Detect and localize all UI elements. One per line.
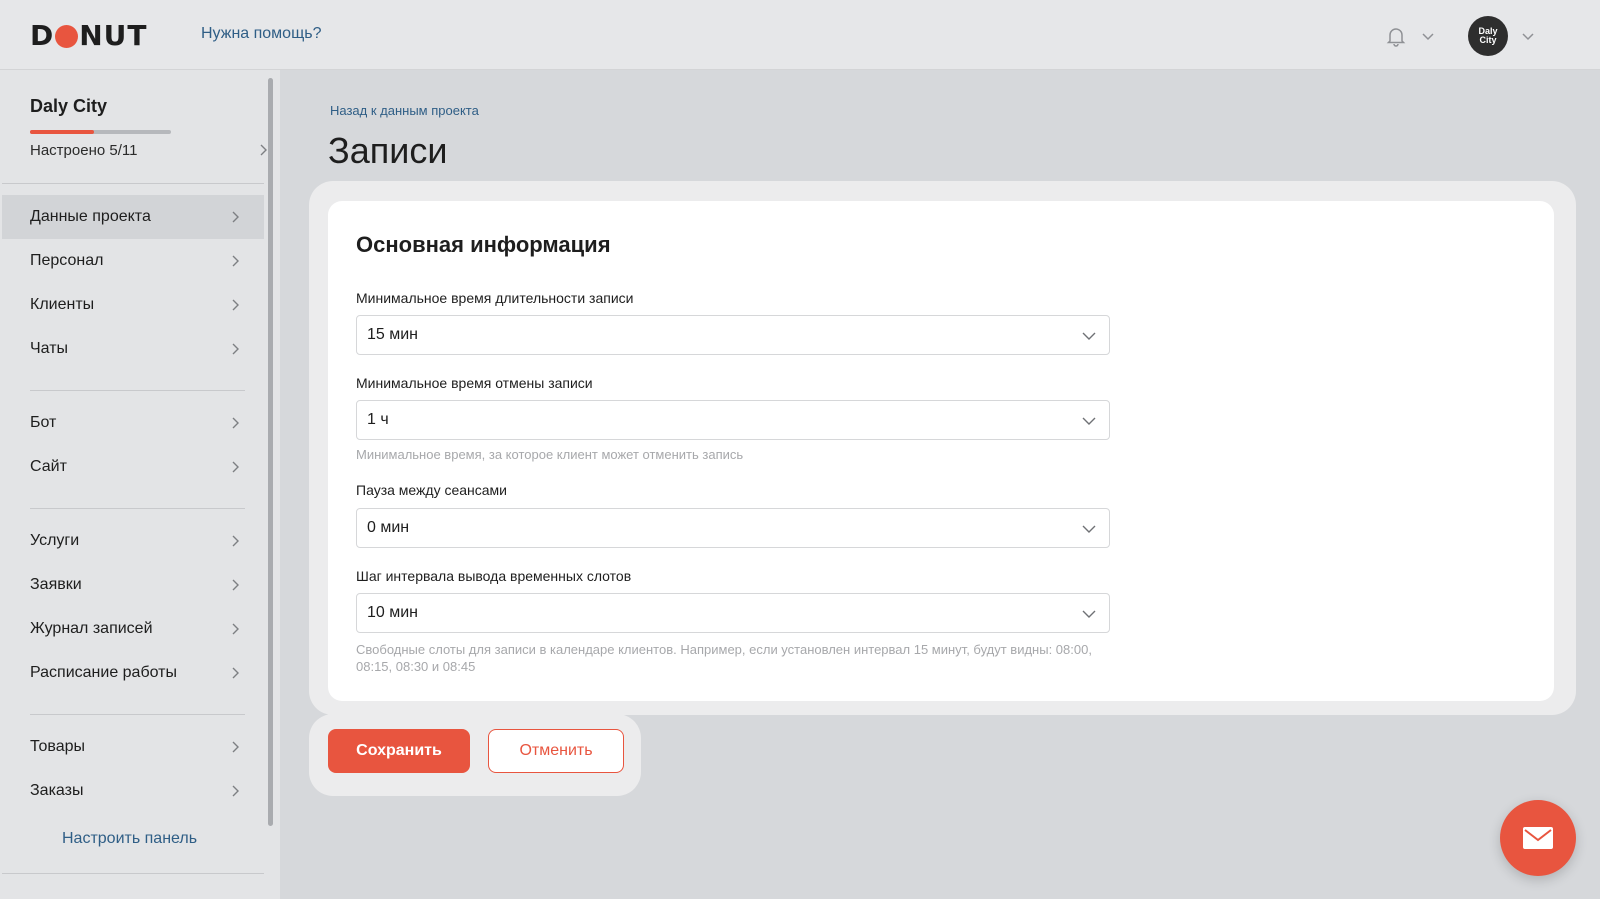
sidebar-item-work-schedule[interactable]: Расписание работы [2,651,264,695]
topbar: D NUT Нужна помощь? Daly City [0,0,1600,70]
back-link[interactable]: Назад к данным проекта [330,103,479,118]
chevron-right-icon [232,299,239,311]
sidebar-scrollbar[interactable] [268,78,273,826]
sidebar-divider [2,873,264,874]
sidebar-item-label: Заказы [30,782,84,799]
chevron-right-icon [232,343,239,355]
logo[interactable]: D NUT [30,21,148,51]
sidebar: Daly City Настроено 5/11 Данные проекта … [0,70,280,899]
project-name: Daly City [30,96,108,116]
chevron-down-icon [1082,417,1096,425]
chevron-down-icon [1082,610,1096,618]
avatar[interactable]: Daly City [1468,16,1508,56]
chevron-right-icon [232,741,239,753]
session-pause-select[interactable]: 0 мин [356,508,1110,548]
sidebar-item-label: Услуги [30,532,80,549]
select-value: 10 мин [367,604,419,621]
sidebar-item-label: Данные проекта [30,208,151,225]
sidebar-item-label: Клиенты [30,296,95,313]
chevron-right-icon [232,255,239,267]
logo-donut-icon [55,24,79,48]
sidebar-item-services[interactable]: Услуги [2,519,264,563]
chevron-down-icon[interactable] [1520,28,1536,44]
sidebar-item-label: Сайт [30,458,67,475]
min-cancel-label: Минимальное время отмены записи [356,375,593,391]
slot-interval-label: Шаг интервала вывода временных слотов [356,568,632,584]
select-value: 15 мин [367,326,419,343]
session-pause-label: Пауза между сеансами [356,482,507,498]
sidebar-item-booking-log[interactable]: Журнал записей [2,607,264,651]
sidebar-divider [30,390,245,391]
sidebar-item-label: Товары [30,738,86,755]
sidebar-divider [30,508,245,509]
help-link[interactable]: Нужна помощь? [201,25,321,43]
sidebar-item-chats[interactable]: Чаты [2,327,264,371]
chevron-right-icon [260,144,267,156]
chevron-right-icon [232,535,239,547]
app: D NUT Нужна помощь? Daly City Daly City Н… [0,0,1600,899]
select-value: 1 ч [367,411,389,428]
min-cancel-hint: Минимальное время, за которое клиент мож… [356,447,744,462]
setup-progress-fill [30,130,95,134]
sidebar-item-label: Журнал записей [30,620,153,637]
chevron-right-icon [232,579,239,591]
chevron-right-icon [232,667,239,679]
sidebar-item-label: Чаты [30,340,69,357]
chevron-right-icon [232,785,239,797]
min-duration-label: Минимальное время длительности записи [356,290,634,306]
chevron-down-icon [1082,332,1096,340]
sidebar-item-label: Заявки [30,576,82,593]
select-value: 0 мин [367,519,410,536]
chevron-down-icon[interactable] [1420,28,1436,44]
chevron-right-icon [232,417,239,429]
avatar-text: Daly City [1478,26,1498,45]
sidebar-item-staff[interactable]: Персонал [2,239,264,283]
min-duration-select[interactable]: 15 мин [356,315,1110,355]
sidebar-divider [2,183,264,184]
setup-progress-bar [30,130,171,134]
sidebar-divider [30,714,245,715]
chevron-right-icon [232,211,239,223]
cancel-button[interactable]: Отменить [488,729,624,773]
bell-icon[interactable] [1384,24,1408,48]
sidebar-item-orders[interactable]: Заказы [2,769,264,813]
save-button[interactable]: Сохранить [328,729,470,773]
sidebar-item-label: Бот [30,414,57,431]
sidebar-item-label: Расписание работы [30,664,177,681]
configure-panel-link[interactable]: Настроить панель [62,830,197,848]
slot-interval-hint: Свободные слоты для записи в календаре к… [356,642,1092,674]
section-title: Основная информация [356,232,611,257]
chevron-right-icon [232,623,239,635]
page-title: Записи [328,130,448,171]
sidebar-item-products[interactable]: Товары [2,725,264,769]
mail-icon [1523,827,1553,849]
sidebar-item-label: Персонал [30,252,104,269]
project-switcher[interactable]: Daly City Настроено 5/11 [30,96,267,166]
sidebar-item-site[interactable]: Сайт [2,445,264,489]
project-status: Настроено 5/11 [30,142,138,159]
slot-interval-select[interactable]: 10 мин [356,593,1110,633]
sidebar-item-clients[interactable]: Клиенты [2,283,264,327]
sidebar-item-project-data[interactable]: Данные проекта [2,195,264,239]
sidebar-item-requests[interactable]: Заявки [2,563,264,607]
chevron-right-icon [232,461,239,473]
min-cancel-select[interactable]: 1 ч [356,400,1110,440]
sidebar-item-bot[interactable]: Бот [2,401,264,445]
chevron-down-icon [1082,525,1096,533]
mail-button[interactable] [1500,800,1576,876]
